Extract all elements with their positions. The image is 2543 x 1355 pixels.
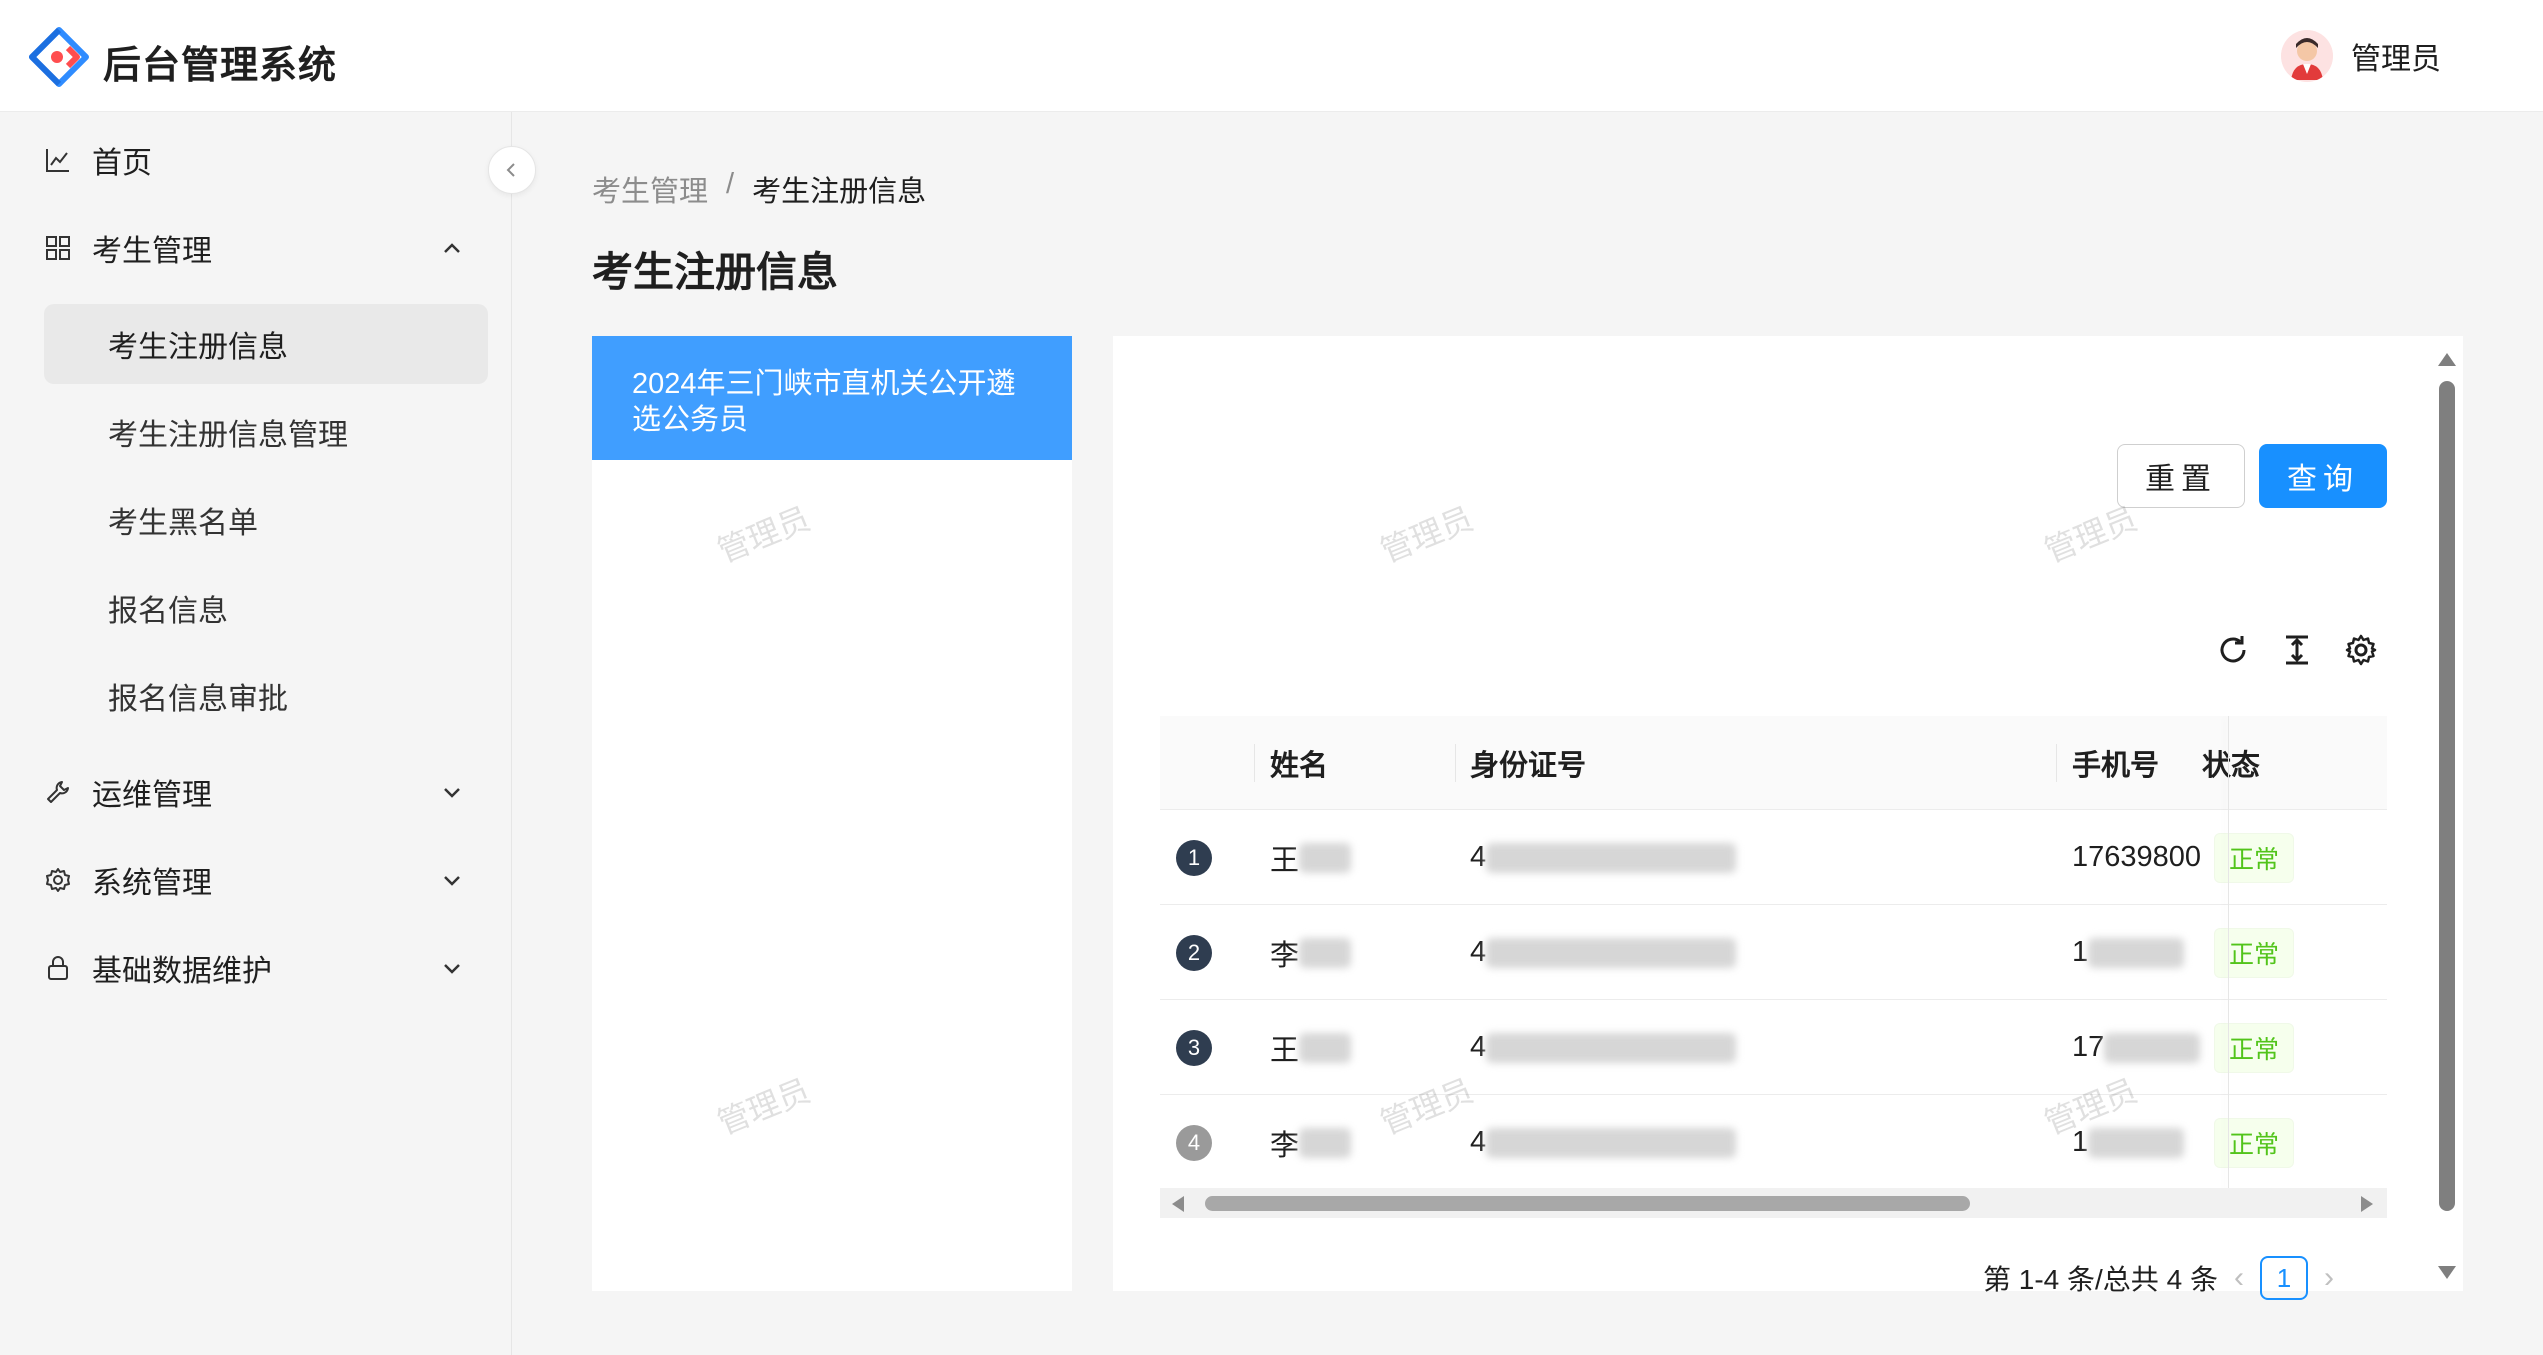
sidebar-subitem-blacklist[interactable]: 考生黑名单 — [44, 480, 488, 560]
sidebar-item-base-data[interactable]: 基础数据维护 — [44, 938, 474, 998]
cell-id-number: 4 — [1470, 810, 1737, 905]
breadcrumb-separator: / — [726, 168, 735, 200]
user-menu[interactable]: 管理员 — [2281, 30, 2441, 82]
refresh-icon[interactable] — [2215, 632, 2251, 668]
sidebar-subitem-registration[interactable]: 考生注册信息 — [44, 304, 488, 384]
column-header-name[interactable]: 姓名 — [1270, 716, 1328, 810]
cell-name: 王 — [1270, 810, 1352, 905]
pagination-summary: 第 1-4 条/总共 4 条 — [1983, 1264, 2218, 1295]
row-index-badge: 2 — [1176, 934, 1212, 971]
sidebar-subitem-signup-info[interactable]: 报名信息 — [44, 568, 488, 648]
column-height-icon[interactable] — [2279, 632, 2315, 668]
status-badge: 正常 — [2214, 1022, 2295, 1073]
scroll-right-arrow-icon[interactable] — [2361, 1196, 2373, 1212]
cell-name: 李 — [1270, 905, 1352, 1000]
column-separator — [2056, 744, 2057, 782]
settings-icon[interactable] — [2343, 632, 2379, 668]
page-title: 考生注册信息 — [592, 249, 838, 295]
sidebar-subitem-label: 报名信息审批 — [108, 683, 288, 716]
cell-id-number: 4 — [1470, 905, 1737, 1000]
sidebar-subitem-label: 报名信息 — [108, 595, 228, 628]
table-row[interactable]: 2 李 4 1 正常 — [1160, 905, 2387, 1000]
breadcrumb-current: 考生注册信息 — [752, 176, 927, 208]
cell-phone: 1 — [2072, 1095, 2185, 1190]
sidebar-item-label: 运维管理 — [92, 779, 212, 812]
cell-name: 王 — [1270, 1000, 1352, 1095]
avatar-icon[interactable] — [2281, 30, 2333, 82]
sidebar-item-label: 基础数据维护 — [92, 955, 272, 988]
sidebar-item-label: 系统管理 — [92, 867, 212, 900]
horizontal-scrollbar[interactable] — [1160, 1188, 2387, 1218]
row-index-badge: 3 — [1176, 1029, 1212, 1066]
sidebar: 首页 考生管理 考生注册信息 考生注册信息管理 考生黑名单 报名信息 报名信息审… — [0, 112, 512, 1355]
exam-list-panel: 2024年三门峡市直机关公开遴选公务员 — [592, 336, 1072, 1291]
sidebar-subitem-registration-mgmt[interactable]: 考生注册信息管理 — [44, 392, 488, 472]
sidebar-subitem-label: 考生黑名单 — [108, 507, 258, 540]
status-badge: 正常 — [2214, 1117, 2295, 1168]
scroll-down-arrow-icon[interactable] — [2438, 1266, 2456, 1279]
sidebar-collapse-button[interactable] — [488, 146, 536, 194]
sidebar-item-label: 考生管理 — [92, 235, 212, 268]
column-header-status[interactable]: 状态 — [2202, 716, 2260, 810]
scroll-thumb[interactable] — [2439, 381, 2455, 1211]
wrench-icon — [44, 778, 72, 806]
sidebar-item-examinee-mgmt[interactable]: 考生管理 — [44, 218, 474, 278]
table-header: 姓名 身份证号 手机号 状态 — [1160, 716, 2387, 810]
table-row[interactable]: 4 李 4 1 正常 — [1160, 1095, 2387, 1190]
logo-icon[interactable] — [28, 26, 90, 88]
sidebar-item-home[interactable]: 首页 — [44, 130, 474, 190]
chevron-down-icon — [444, 788, 460, 798]
grid-icon — [44, 234, 72, 262]
status-badge: 正常 — [2214, 927, 2295, 978]
column-header-phone[interactable]: 手机号 — [2072, 716, 2159, 810]
reset-button[interactable]: 重置 — [2117, 444, 2245, 508]
scroll-thumb[interactable] — [1205, 1196, 1970, 1211]
cell-phone: 17 — [2072, 1000, 2201, 1095]
cell-phone: 17639800 — [2072, 841, 2202, 873]
breadcrumb-parent[interactable]: 考生管理 — [592, 168, 708, 210]
breadcrumb: 考生管理 / 考生注册信息 — [592, 168, 926, 210]
column-separator — [1254, 744, 1255, 782]
cell-phone: 1 — [2072, 905, 2185, 1000]
exam-list-item-selected[interactable]: 2024年三门峡市直机关公开遴选公务员 — [592, 336, 1072, 460]
status-badge: 正常 — [2214, 832, 2295, 883]
chevron-left-icon — [506, 163, 515, 177]
table-row[interactable]: 3 王 4 17 正常 — [1160, 1000, 2387, 1095]
column-header-id[interactable]: 身份证号 — [1470, 716, 1586, 810]
fixed-column-divider — [2228, 716, 2229, 1196]
sidebar-subitem-label: 考生注册信息管理 — [108, 419, 348, 452]
row-index-badge: 1 — [1176, 839, 1212, 876]
chevron-right-icon[interactable]: › — [2324, 1261, 2334, 1295]
pagination: 第 1-4 条/总共 4 条 ‹ 1 › — [1983, 1256, 2350, 1300]
chevron-down-icon — [444, 876, 460, 886]
chart-icon — [44, 146, 72, 174]
column-separator — [1455, 744, 1456, 782]
top-header: 后台管理系统 管理员 — [0, 0, 2543, 112]
sidebar-item-label: 首页 — [92, 147, 152, 180]
results-panel: 重置 查询 姓名 身份证号 手机号 状态 1 王 4 17639800 正常 2… — [1113, 336, 2463, 1300]
cell-id-number: 4 — [1470, 1000, 1737, 1095]
chevron-left-icon[interactable]: ‹ — [2234, 1261, 2244, 1295]
row-index-badge: 4 — [1176, 1124, 1212, 1161]
scroll-left-arrow-icon[interactable] — [1172, 1196, 1184, 1212]
app-title: 后台管理系统 — [103, 45, 338, 87]
query-button[interactable]: 查询 — [2259, 444, 2387, 508]
chevron-down-icon — [444, 964, 460, 974]
table-row[interactable]: 1 王 4 17639800 正常 — [1160, 810, 2387, 905]
vertical-scrollbar[interactable] — [2436, 345, 2458, 1287]
lock-icon — [44, 954, 72, 982]
user-name: 管理员 — [2351, 43, 2441, 76]
cell-name: 李 — [1270, 1095, 1352, 1190]
gear-icon — [44, 866, 72, 894]
scroll-up-arrow-icon[interactable] — [2438, 353, 2456, 366]
sidebar-subitem-signup-approval[interactable]: 报名信息审批 — [44, 656, 488, 736]
sidebar-item-system[interactable]: 系统管理 — [44, 850, 474, 910]
page-number-button[interactable]: 1 — [2259, 1256, 2308, 1300]
sidebar-item-ops[interactable]: 运维管理 — [44, 762, 474, 822]
cell-id-number: 4 — [1470, 1095, 1737, 1190]
chevron-up-icon — [444, 243, 460, 253]
sidebar-subitem-label: 考生注册信息 — [108, 331, 288, 364]
